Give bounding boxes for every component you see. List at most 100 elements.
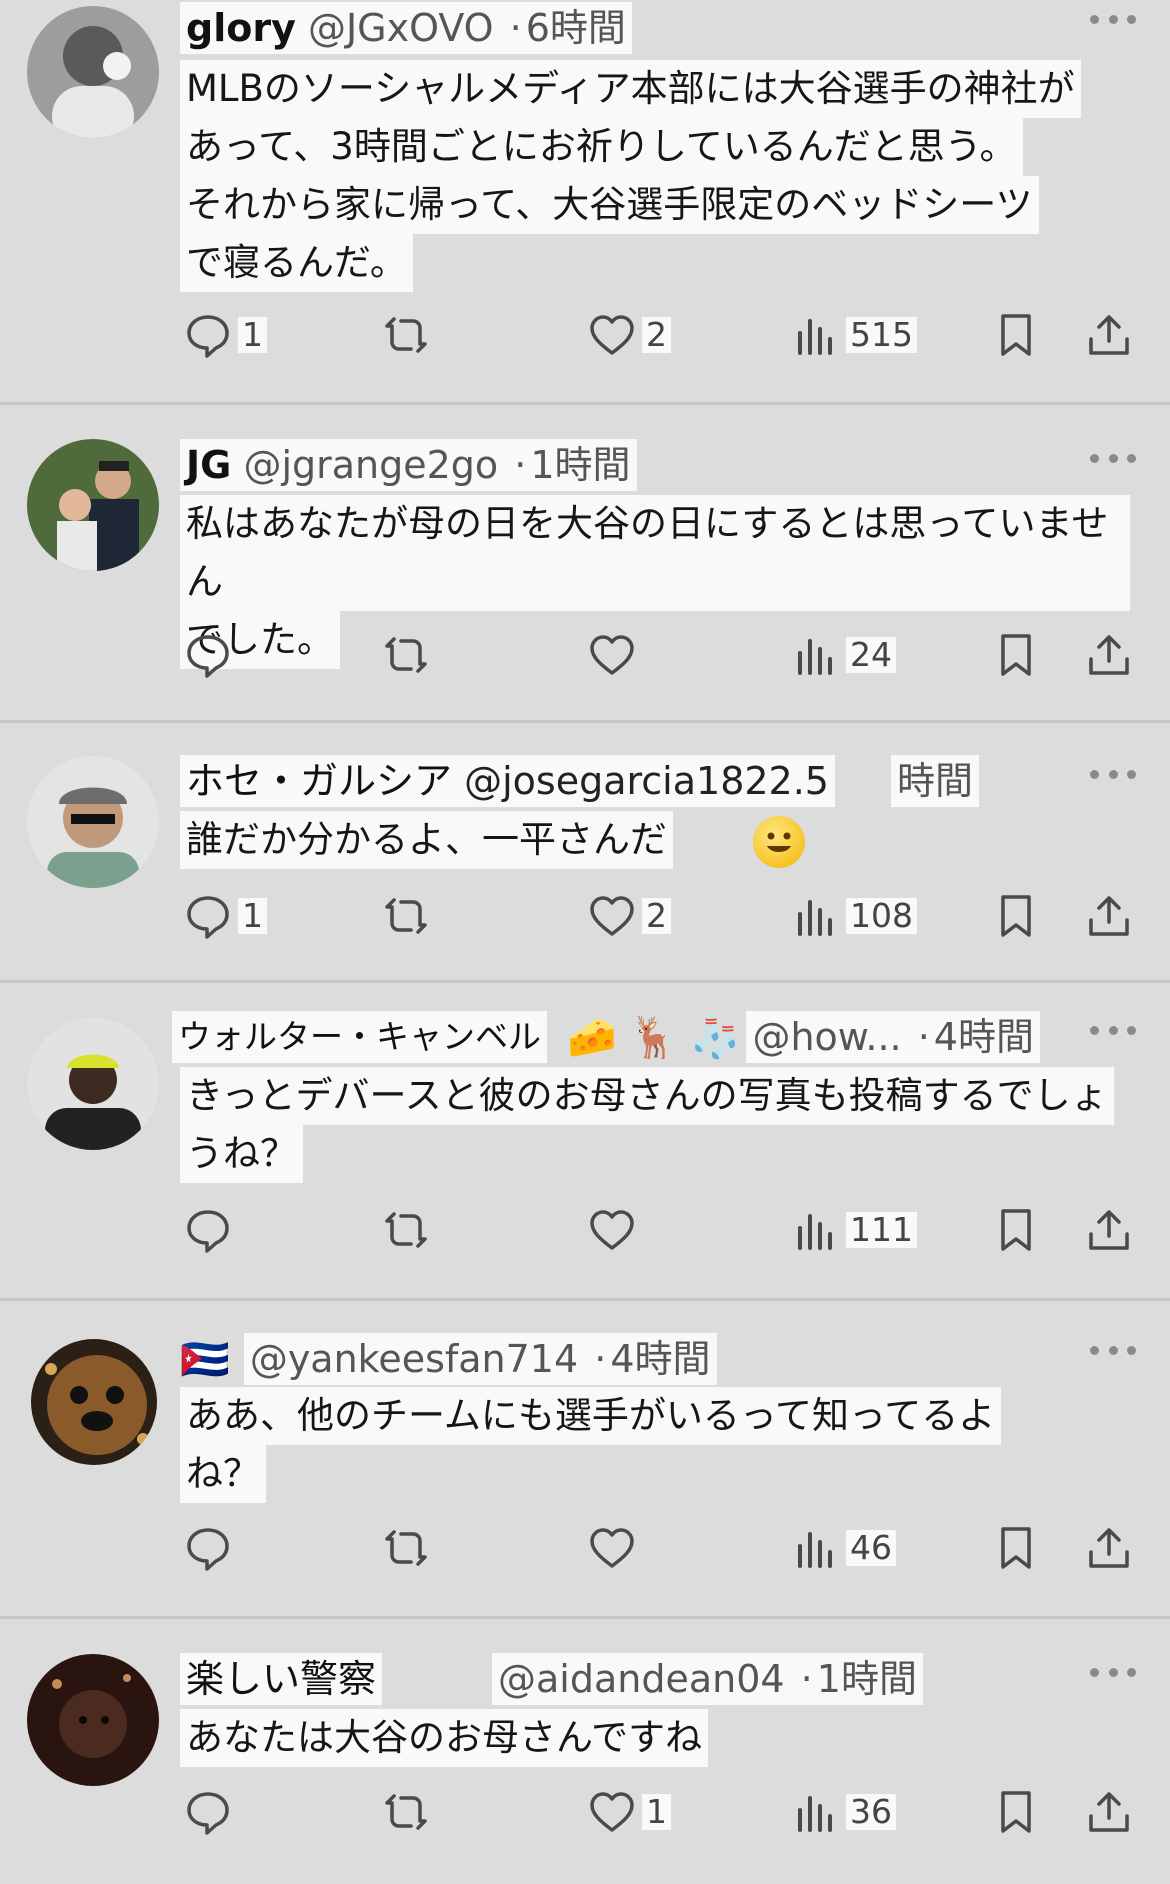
bookmark-button[interactable] [992,305,1040,365]
user-avatar[interactable] [31,1339,157,1465]
repost-button[interactable] [382,1782,430,1842]
like-button[interactable] [588,1518,636,1578]
reply-post[interactable]: ウォルター・キャンベル 🧀 🦌 🧦 @how... · 4時間 きっとデバースと彼… [0,983,1170,1301]
display-name[interactable]: 楽しい警察 [186,1657,376,1701]
reply-icon [187,635,229,678]
more-options-icon[interactable] [1090,4,1136,34]
views-chart-icon [798,1214,832,1250]
bookmark-button[interactable] [992,1782,1040,1842]
like-button[interactable]: 2 [588,305,671,365]
share-button[interactable] [1085,1518,1133,1578]
reply-button[interactable] [184,625,232,685]
display-name[interactable]: ウォルター・キャンベル [178,1017,541,1056]
separator-dot: · [509,6,522,50]
views-button[interactable]: 36 [792,1782,896,1842]
views-button[interactable]: 108 [792,886,917,946]
post-header: 楽しい警察 @aidandean04 · 1時間 [180,1651,923,1707]
user-avatar[interactable] [27,6,159,138]
views-button[interactable]: 515 [792,305,917,365]
user-avatar[interactable] [27,1654,159,1786]
reply-button[interactable]: 1 [184,886,267,946]
post-text-line: それから家に帰って、大谷選手限定のベッドシーツ [180,176,1039,234]
post-text-line: きっとデバースと彼のお母さんの写真も投稿するでしょ [180,1067,1114,1125]
post-time[interactable]: 4時間 [610,1337,710,1381]
user-handle[interactable]: @how... [752,1015,901,1059]
user-handle[interactable]: @yankeesfan714 [250,1337,578,1381]
more-options-icon[interactable] [1090,443,1136,473]
post-time[interactable]: 4時間 [934,1015,1034,1059]
share-button[interactable] [1085,305,1133,365]
view-count: 515 [846,317,917,353]
reply-post[interactable]: ホセ・ガルシア @josegarcia1822.5 時間 誰だか分かるよ、一平さ… [0,723,1170,983]
repost-button[interactable] [382,305,430,365]
reply-button[interactable]: 1 [184,305,267,365]
views-chart-icon [798,639,832,675]
heart-icon [590,315,634,355]
user-handle[interactable]: @josegarcia1822.5 [464,759,829,803]
display-name[interactable]: glory [186,6,296,50]
view-count: 46 [846,1530,896,1566]
more-options-icon[interactable] [1090,759,1136,789]
post-time[interactable]: 時間 [891,755,980,807]
user-handle[interactable]: @JGxOVO [308,6,494,50]
share-button[interactable] [1085,1200,1133,1260]
like-button[interactable] [588,1200,636,1260]
share-button[interactable] [1085,1782,1133,1842]
action-bar: 1 36 [180,1782,1140,1842]
bookmark-button[interactable] [992,625,1040,685]
share-button[interactable] [1085,625,1133,685]
reply-button[interactable] [184,1200,232,1260]
bookmark-button[interactable] [992,1200,1040,1260]
repost-button[interactable] [382,625,430,685]
post-time[interactable]: 6時間 [526,6,626,50]
user-handle[interactable]: @jgrange2go [243,443,498,487]
reply-icon [187,896,229,939]
more-options-icon[interactable] [1090,1015,1136,1045]
like-button[interactable]: 1 [588,1782,671,1842]
post-text-line: で寝るんだ。 [180,234,413,292]
avatar-photo-icon [27,439,159,571]
deer-emoji: 🦌 [628,1014,679,1061]
bookmark-button[interactable] [992,1518,1040,1578]
view-count: 111 [846,1212,917,1248]
share-icon [1089,635,1129,675]
repost-button[interactable] [382,1200,430,1260]
like-button[interactable] [588,625,636,685]
post-time[interactable]: 1時間 [530,443,630,487]
post-text-line: あなたは大谷のお母さんですね [180,1709,709,1767]
like-button[interactable]: 2 [588,886,671,946]
reply-post[interactable]: 楽しい警察 @aidandean04 · 1時間 あなたは大谷のお母さんですね 1 [0,1619,1170,1884]
user-avatar[interactable] [27,439,159,571]
display-name[interactable]: JG [186,443,231,487]
repost-button[interactable] [382,1518,430,1578]
reply-button[interactable] [184,1782,232,1842]
cheese-emoji: 🧀 [567,1014,617,1061]
post-text-line: 私はあなたが母の日を大谷の日にするとは思っていません [180,495,1130,611]
reply-button[interactable] [184,1518,232,1578]
separator-dot: · [514,443,527,487]
post-time[interactable]: 1時間 [817,1657,917,1701]
reply-feed: glory @JGxOVO · 6時間 MLBのソーシャルメディア本部には大谷選手… [0,0,1170,1884]
heart-icon [590,896,634,936]
user-handle[interactable]: @aidandean04 [498,1657,785,1701]
views-button[interactable]: 111 [792,1200,917,1260]
more-options-icon[interactable] [1090,1335,1136,1365]
bookmark-button[interactable] [992,886,1040,946]
reply-post[interactable]: 🇨🇺 @yankeesfan714 · 4時間 ああ、他のチームにも選手がいるって… [0,1301,1170,1619]
post-header: JG @jgrange2go · 1時間 [180,437,637,493]
like-count: 1 [642,1794,671,1830]
reply-post[interactable]: JG @jgrange2go · 1時間 私はあなたが母の日を大谷の日にするとは思… [0,405,1170,723]
views-button[interactable]: 46 [792,1518,896,1578]
user-avatar[interactable] [27,756,159,888]
user-avatar[interactable] [27,1018,159,1150]
reply-post[interactable]: glory @JGxOVO · 6時間 MLBのソーシャルメディア本部には大谷選手… [0,0,1170,405]
post-text-line: ああ、他のチームにも選手がいるって知ってるよ [180,1387,1002,1445]
avatar-photo-icon [27,1018,159,1150]
views-button[interactable]: 24 [792,625,896,685]
share-button[interactable] [1085,886,1133,946]
views-chart-icon [798,1532,832,1568]
more-options-icon[interactable] [1090,1657,1136,1687]
display-name[interactable]: ホセ・ガルシア [186,759,452,803]
repost-button[interactable] [382,886,430,946]
action-bar: 1 2 108 [180,886,1140,946]
